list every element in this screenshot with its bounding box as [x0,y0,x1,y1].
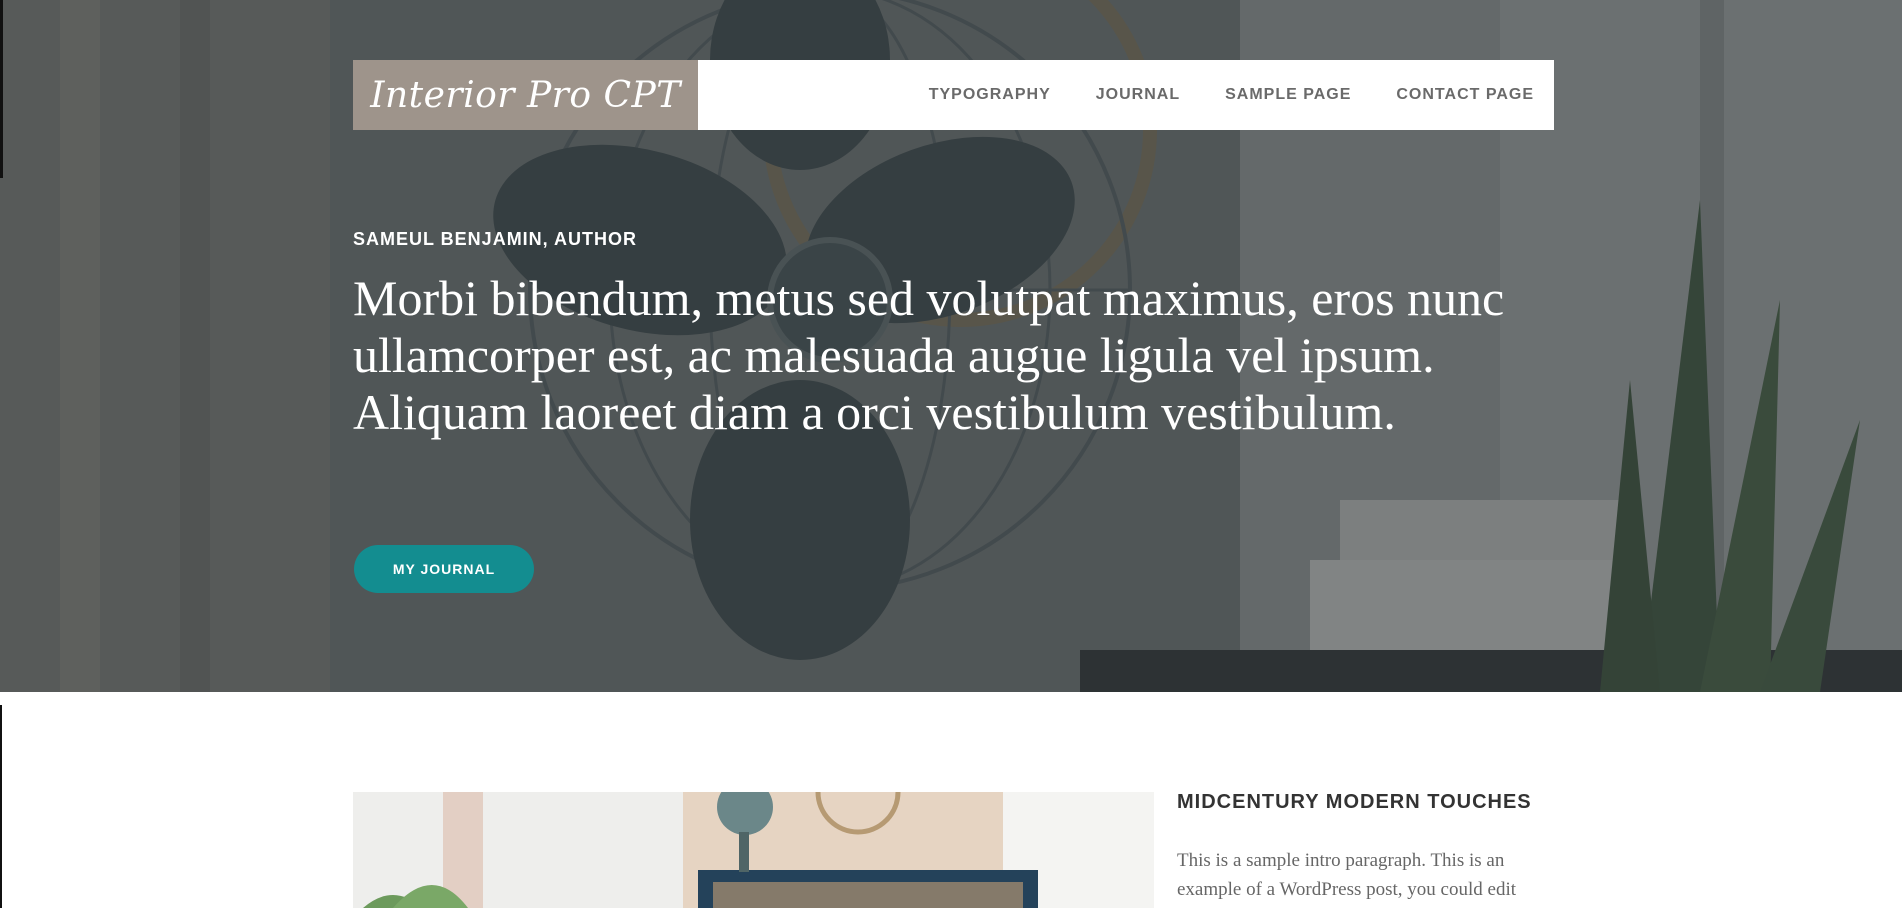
nav-item-contact-page[interactable]: CONTACT PAGE [1396,86,1534,104]
nav-item-typography[interactable]: TYPOGRAPHY [929,86,1051,104]
site-logo[interactable]: Interior Pro CPT [353,60,698,130]
my-journal-button[interactable]: MY JOURNAL [354,545,534,593]
post-image-graphic [353,792,1154,908]
left-edge-bar [0,0,3,178]
nav-item-journal[interactable]: JOURNAL [1096,86,1180,104]
post-featured-image[interactable] [353,792,1154,908]
hero-heading: Morbi bibendum, metus sed volutpat maxim… [353,270,1505,440]
site-header: Interior Pro CPT TYPOGRAPHY JOURNAL SAMP… [353,60,1554,130]
left-edge-bar [0,705,2,908]
nav-item-sample-page[interactable]: SAMPLE PAGE [1225,86,1351,104]
site-logo-text: Interior Pro CPT [370,74,681,116]
post-excerpt: This is a sample intro paragraph. This i… [1177,850,1517,900]
main-nav: TYPOGRAPHY JOURNAL SAMPLE PAGE CONTACT P… [698,60,1554,130]
post-title[interactable]: MIDCENTURY MODERN TOUCHES [1177,791,1532,814]
hero-author: SAMEUL BENJAMIN, AUTHOR [353,229,638,249]
